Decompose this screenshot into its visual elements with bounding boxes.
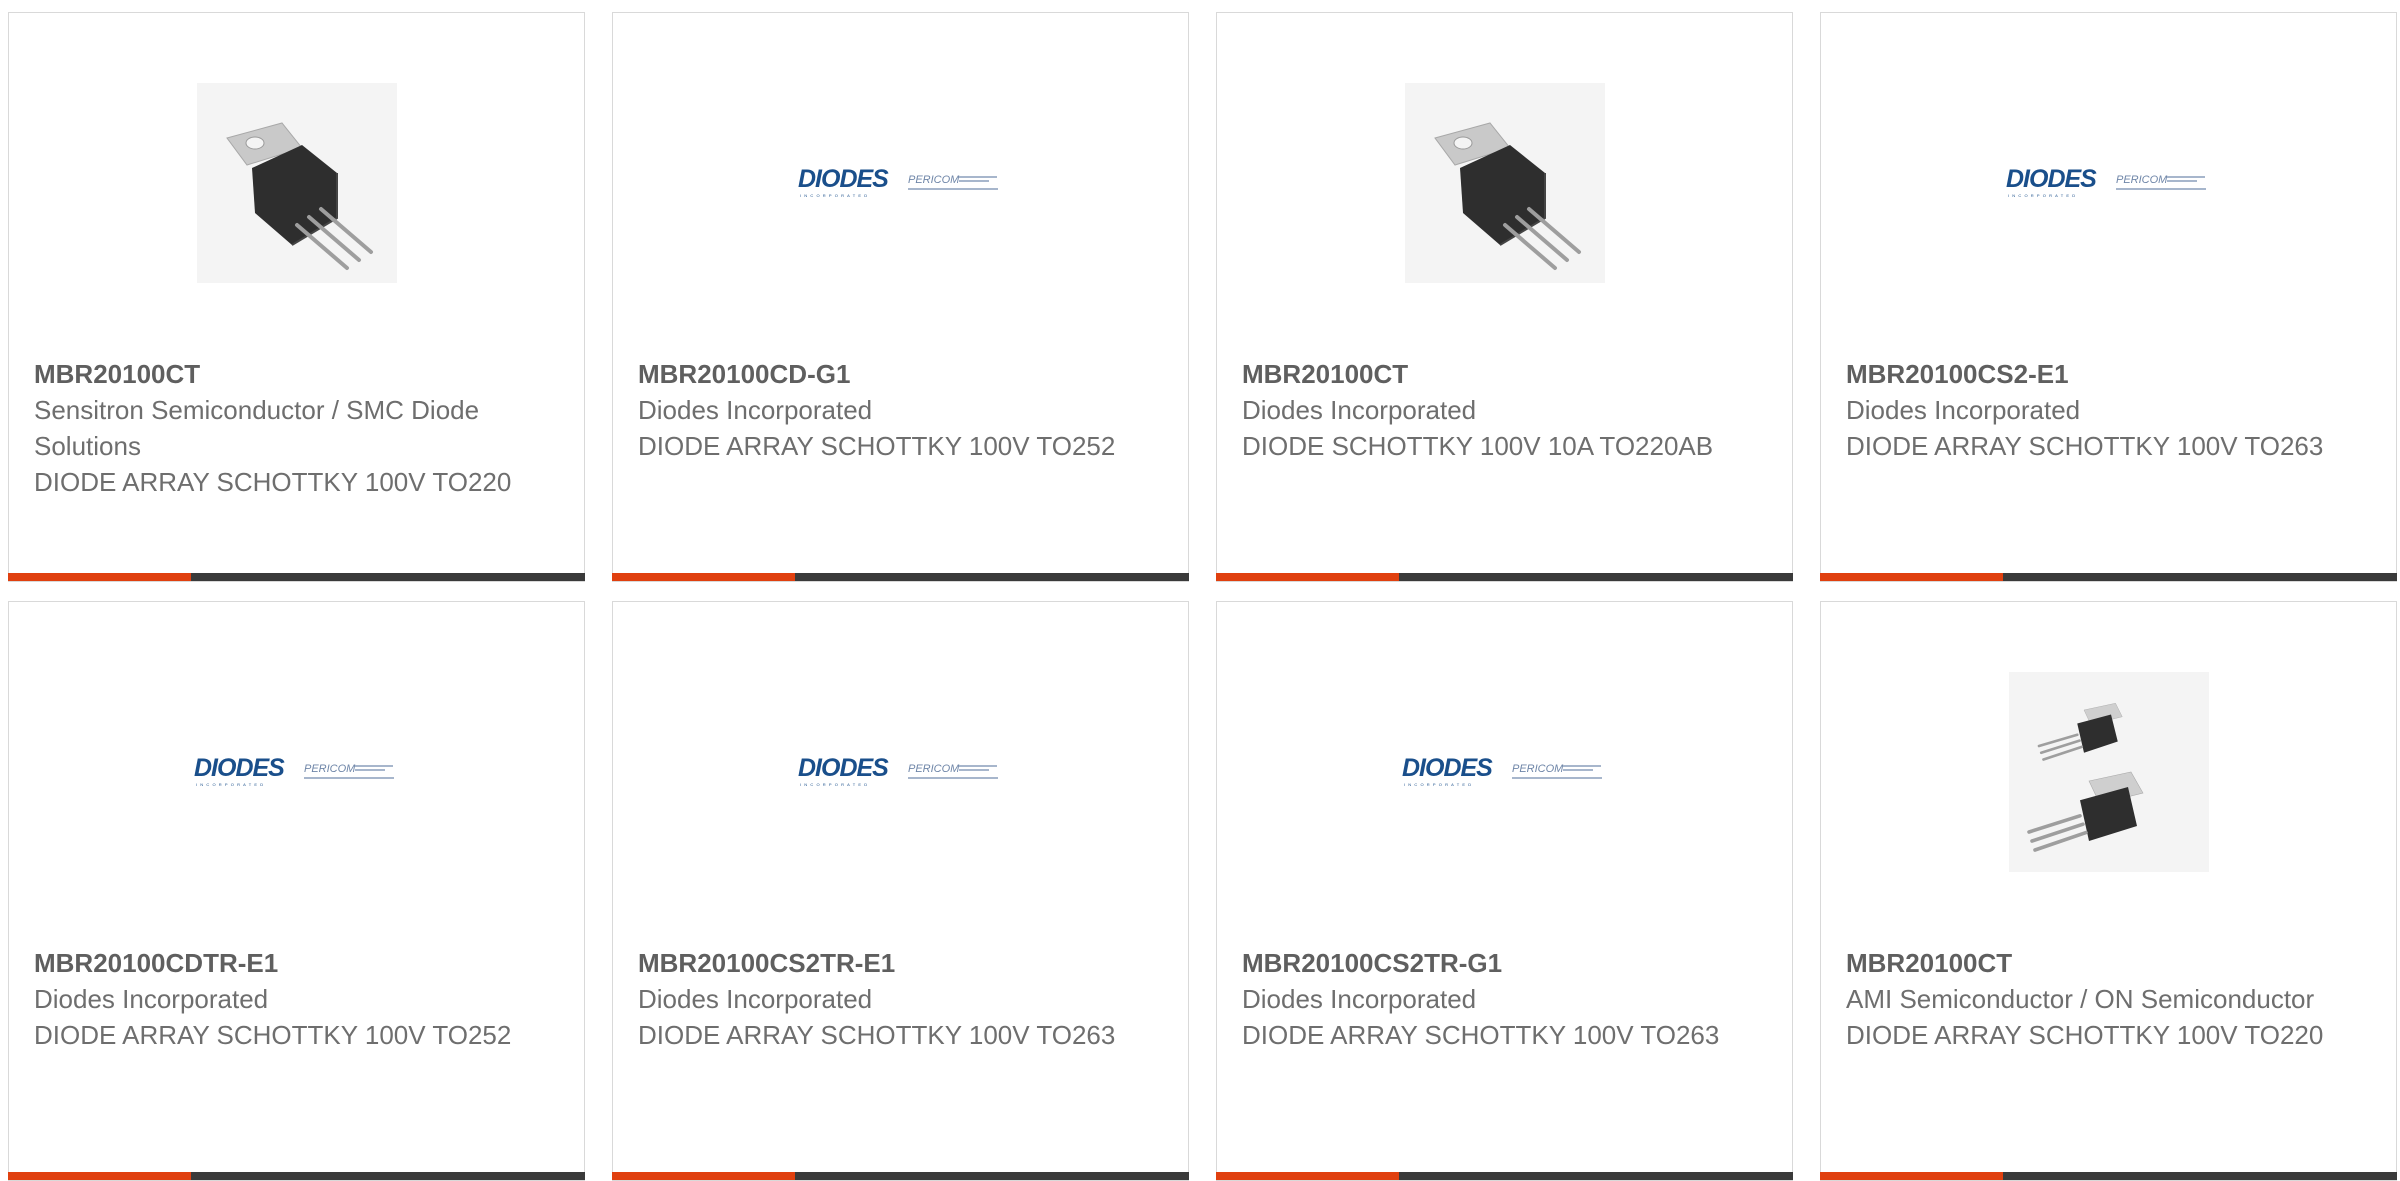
product-image[interactable]: DIODES INCORPORATED PERICOM	[9, 672, 584, 872]
logo-brand-tagline: INCORPORATED	[2008, 193, 2078, 198]
card-accent-stripe	[612, 573, 795, 581]
product-description: DIODE ARRAY SCHOTTKY 100V TO263	[638, 1020, 1116, 1050]
product-info: MBR20100CS2TR-G1 Diodes Incorporated DIODE…	[1242, 945, 1772, 1053]
card-accent-stripe	[1820, 1172, 2003, 1180]
diodes-pericom-logo: DIODESINCORPORATED PERICOM	[798, 165, 998, 198]
logo-brand-tagline: INCORPORATED	[1404, 782, 1474, 787]
product-card[interactable]: MBR20100CT AMI Semiconductor / ON Semicon…	[1820, 601, 2397, 1181]
product-card[interactable]: MBR20100CT Sensitron Semiconductor / SMC …	[8, 12, 585, 582]
logo-brand: DIODES	[798, 165, 889, 193]
part-number[interactable]: MBR20100CDTR-E1	[34, 945, 564, 981]
part-number[interactable]: MBR20100CS2TR-G1	[1242, 945, 1772, 981]
diodes-pericom-logo: DIODESINCORPORATED PERICOM	[1402, 754, 1602, 787]
product-card[interactable]: DIODES INCORPORATED PERICOM MBR20100CS2-E1 D…	[1820, 12, 2397, 582]
product-image[interactable]: DIODES INCORPORATED PERICOM	[1217, 672, 1792, 872]
product-info: MBR20100CS2TR-E1 Diodes Incorporated DIODE…	[638, 945, 1168, 1053]
logo-brand-tagline: INCORPORATED	[196, 782, 266, 787]
product-card[interactable]: DIODES INCORPORATED PERICOM MBR20100CS2TR-G…	[1216, 601, 1793, 1181]
part-number[interactable]: MBR20100CS2TR-E1	[638, 945, 1168, 981]
diodes-pericom-logo: DIODESINCORPORATED PERICOM	[798, 754, 998, 787]
card-bottom-bar	[8, 573, 585, 581]
logo-brand: DIODES	[1402, 754, 1493, 782]
product-info: MBR20100CT AMI Semiconductor / ON Semicon…	[1846, 945, 2376, 1053]
product-image[interactable]	[9, 83, 584, 283]
manufacturer: Diodes Incorporated	[638, 984, 873, 1014]
product-card[interactable]: DIODES INCORPORATED PERICOM MBR20100CDTR-E1…	[8, 601, 585, 1181]
manufacturer: Diodes Incorporated	[34, 984, 269, 1014]
to220-transistor-icon	[1405, 83, 1605, 283]
card-bottom-bar	[1820, 1172, 2397, 1180]
product-description: DIODE ARRAY SCHOTTKY 100V TO263	[1242, 1020, 1720, 1050]
manufacturer: Diodes Incorporated	[638, 395, 873, 425]
manufacturer: Sensitron Semiconductor / SMC Diode Solu…	[34, 395, 480, 461]
product-image[interactable]: DIODES INCORPORATED PERICOM	[1821, 83, 2396, 283]
product-description: DIODE ARRAY SCHOTTKY 100V TO252	[34, 1020, 512, 1050]
card-bottom-bar	[1216, 1172, 1793, 1180]
card-bottom-bar	[8, 1172, 585, 1180]
card-accent-stripe	[1216, 1172, 1399, 1180]
to220-transistor-icon	[197, 83, 397, 283]
logo-brand-tagline: INCORPORATED	[800, 193, 870, 198]
product-info: MBR20100CT Sensitron Semiconductor / SMC …	[34, 356, 564, 500]
logo-brand-tagline: INCORPORATED	[800, 782, 870, 787]
dual-to220-transistor-icon	[2009, 672, 2209, 872]
logo-brand: DIODES	[2006, 165, 2097, 193]
card-bottom-bar	[1820, 573, 2397, 581]
manufacturer: Diodes Incorporated	[1242, 984, 1477, 1014]
logo-sub-brand: PERICOM	[908, 763, 960, 775]
product-image[interactable]: DIODES INCORPORATED PERICOM	[613, 672, 1188, 872]
product-image[interactable]	[1217, 83, 1792, 283]
card-accent-stripe	[8, 1172, 191, 1180]
product-info: MBR20100CDTR-E1 Diodes Incorporated DIODE …	[34, 945, 564, 1053]
diodes-pericom-logo: DIODESINCORPORATED PERICOM	[2006, 165, 2206, 198]
product-info: MBR20100CD-G1 Diodes Incorporated DIODE AR…	[638, 356, 1168, 464]
card-bottom-bar	[1216, 573, 1793, 581]
product-image[interactable]	[1821, 672, 2396, 872]
manufacturer: Diodes Incorporated	[1242, 395, 1477, 425]
logo-sub-brand: PERICOM	[1512, 763, 1564, 775]
product-card[interactable]: DIODES INCORPORATED PERICOM MBR20100CS2TR-E…	[612, 601, 1189, 1181]
logo-sub-brand: PERICOM	[908, 174, 960, 186]
card-accent-stripe	[612, 1172, 795, 1180]
logo-sub-brand: PERICOM	[304, 763, 356, 775]
product-card[interactable]: MBR20100CT Diodes Incorporated DIODE SCHOT…	[1216, 12, 1793, 582]
product-description: DIODE SCHOTTKY 100V 10A TO220AB	[1242, 431, 1714, 461]
card-bottom-bar	[612, 573, 1189, 581]
product-description: DIODE ARRAY SCHOTTKY 100V TO252	[638, 431, 1116, 461]
product-info: MBR20100CS2-E1 Diodes Incorporated DIODE A…	[1846, 356, 2376, 464]
product-info: MBR20100CT Diodes Incorporated DIODE SCHOT…	[1242, 356, 1772, 464]
part-number[interactable]: MBR20100CT	[1846, 945, 2376, 981]
product-description: DIODE ARRAY SCHOTTKY 100V TO263	[1846, 431, 2324, 461]
product-description: DIODE ARRAY SCHOTTKY 100V TO220	[34, 467, 512, 497]
card-accent-stripe	[1820, 573, 2003, 581]
card-bottom-bar	[612, 1172, 1189, 1180]
logo-brand: DIODES	[798, 754, 889, 782]
diodes-pericom-logo: DIODESINCORPORATED PERICOM	[194, 754, 394, 787]
part-number[interactable]: MBR20100CT	[1242, 356, 1772, 392]
logo-sub-brand: PERICOM	[2116, 174, 2168, 186]
manufacturer: Diodes Incorporated	[1846, 395, 2081, 425]
manufacturer: AMI Semiconductor / ON Semiconductor	[1846, 984, 2315, 1014]
part-number[interactable]: MBR20100CD-G1	[638, 356, 1168, 392]
product-description: DIODE ARRAY SCHOTTKY 100V TO220	[1846, 1020, 2324, 1050]
logo-brand: DIODES	[194, 754, 285, 782]
part-number[interactable]: MBR20100CT	[34, 356, 564, 392]
part-number[interactable]: MBR20100CS2-E1	[1846, 356, 2376, 392]
product-grid: MBR20100CT Sensitron Semiconductor / SMC …	[0, 0, 2400, 1181]
card-accent-stripe	[1216, 573, 1399, 581]
product-card[interactable]: DIODES INCORPORATED PERICOM MBR20100CD-G1 Di…	[612, 12, 1189, 582]
card-accent-stripe	[8, 573, 191, 581]
product-image[interactable]: DIODES INCORPORATED PERICOM	[613, 83, 1188, 283]
